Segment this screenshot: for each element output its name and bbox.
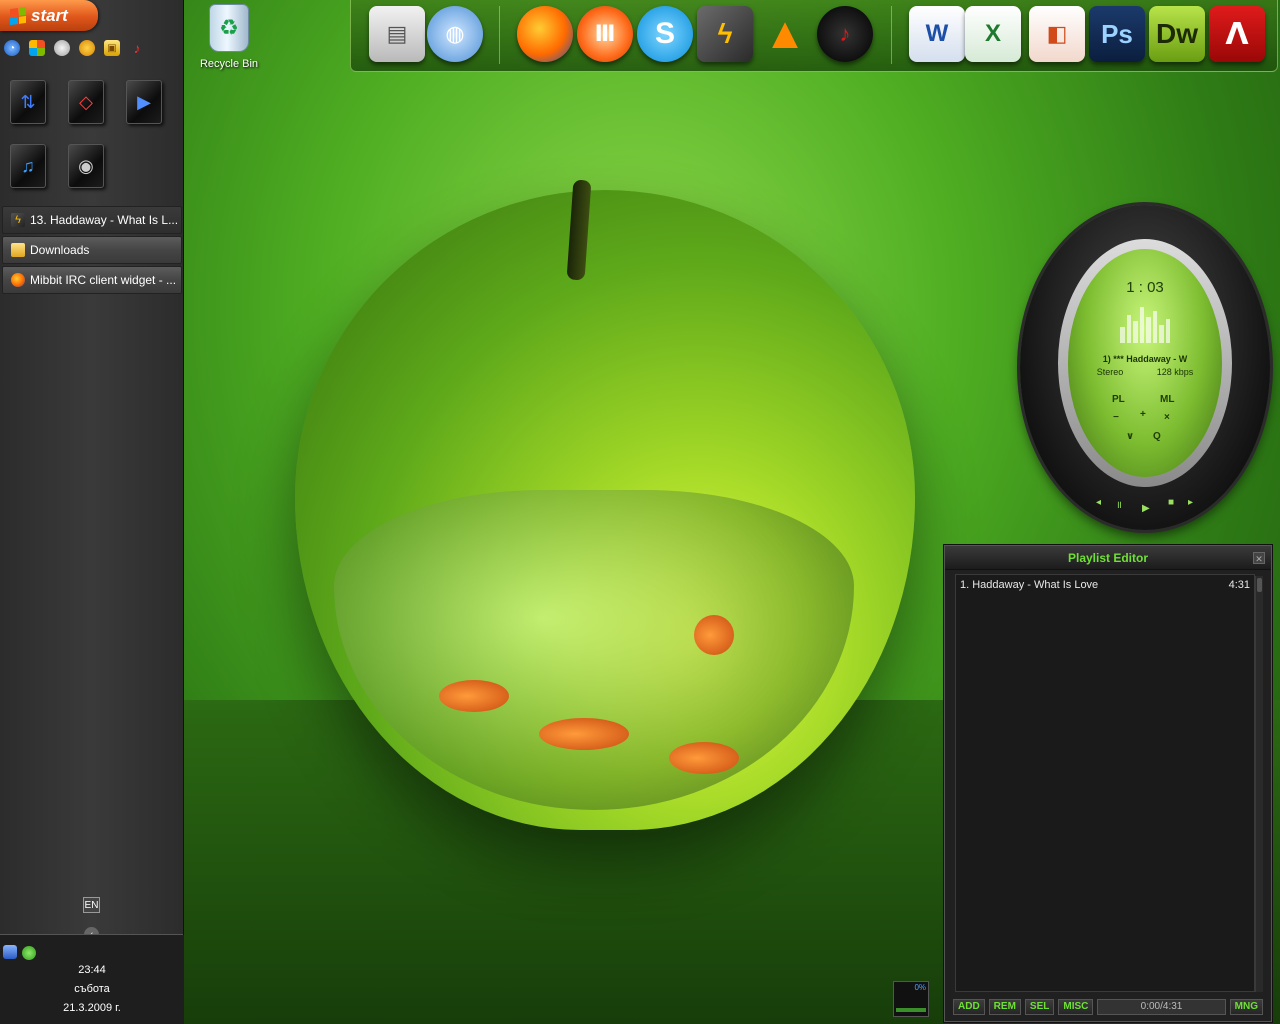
playlist-item-duration: 4:31 <box>1228 579 1250 591</box>
folder-shortcut[interactable]: ⇅ <box>10 80 46 124</box>
excel-icon[interactable]: X <box>965 6 1021 62</box>
network-icon[interactable] <box>3 945 17 959</box>
previous-track-icon[interactable]: ◂ <box>1096 497 1101 508</box>
player-track-title: 1) *** Haddaway - W <box>1102 354 1188 364</box>
playlist-scrollbar[interactable] <box>1255 576 1263 992</box>
record-icon[interactable]: ♪ <box>817 6 873 62</box>
powerpoint-icon[interactable]: ◧ <box>1029 6 1085 62</box>
folder-shortcut[interactable]: ◉ <box>68 144 104 188</box>
quick-launch-icon[interactable] <box>79 40 95 56</box>
player-track-info: Stereo 128 kbps <box>1068 367 1222 377</box>
chevron-down-icon[interactable]: ∨ <box>1126 431 1134 442</box>
skype-icon[interactable]: S <box>637 6 693 62</box>
recycle-bin-icon: ♻ <box>209 4 249 52</box>
winamp-icon: ϟ <box>11 213 25 227</box>
network-icon[interactable]: ◍ <box>427 6 483 62</box>
playlist-editor-titlebar[interactable]: Playlist Editor ✕ <box>945 546 1271 570</box>
quick-launch-icon[interactable]: ◔ <box>4 40 20 56</box>
windows-logo-icon <box>10 6 26 25</box>
meter-bar <box>896 1008 926 1012</box>
volume-down-button[interactable]: − <box>1113 412 1119 423</box>
equalizer-button[interactable]: Q <box>1153 431 1161 442</box>
volume-up-button[interactable]: + <box>1140 409 1146 420</box>
select-button[interactable]: SEL <box>1024 999 1055 1015</box>
player-visualizer <box>1120 303 1170 343</box>
scrollbar-thumb[interactable] <box>1257 578 1262 592</box>
task-button-firefox[interactable]: Mibbit IRC client widget - ... <box>2 266 182 294</box>
meter-label: 0% <box>914 983 926 992</box>
quick-launch-bar: ◔ ▣ ♪ <box>4 40 145 56</box>
recycle-bin-label: Recycle Bin <box>199 58 259 70</box>
wallpaper-fish <box>539 718 629 750</box>
recycle-bin-shortcut[interactable]: ♻ Recycle Bin <box>198 4 260 70</box>
opera-icon[interactable]: Ⅲ <box>577 6 633 62</box>
folder-shortcut[interactable]: ▶ <box>126 80 162 124</box>
system-tray: 23:44 събота 21.3.2009 г. <box>0 935 184 1024</box>
clock-time: 23:44 <box>78 964 106 976</box>
play-icon[interactable]: ▶ <box>1142 503 1150 514</box>
task-button-downloads[interactable]: Downloads <box>2 236 182 264</box>
dock-separator <box>891 6 892 64</box>
wallpaper-fish <box>694 615 734 655</box>
task-button-winamp[interactable]: ϟ 13. Haddaway - What Is L... <box>2 206 182 234</box>
winamp-icon[interactable]: ϟ <box>697 6 753 62</box>
playlist-toggle-button[interactable]: PL <box>1112 394 1125 405</box>
word-icon[interactable]: W <box>909 6 965 62</box>
computer-icon[interactable]: ▤ <box>369 6 425 62</box>
add-button[interactable]: ADD <box>953 999 985 1015</box>
acrobat-icon[interactable]: ᐱ <box>1209 6 1265 62</box>
remove-button[interactable]: REM <box>988 999 1021 1015</box>
desktop-folder-shortcuts: ⇅ ◇ ▶ ♫ ◉ <box>10 80 180 188</box>
playlist-footer: ADD REM SEL MISC 0:00/4:31 MNG <box>945 993 1271 1021</box>
quick-launch-icon[interactable] <box>54 40 70 56</box>
playlist-item-label: 1. Haddaway - What Is Love <box>960 579 1099 591</box>
folder-shortcut[interactable]: ◇ <box>68 80 104 124</box>
playlist-editor-title: Playlist Editor <box>1067 551 1149 565</box>
task-button-label: 13. Haddaway - What Is L... <box>30 213 179 227</box>
taskbar: start ◔ ▣ ♪ ⇅ ◇ ▶ ♫ ◉ ϟ 13. Haddaway - W… <box>0 0 184 1024</box>
language-indicator[interactable]: EN <box>83 897 100 913</box>
quick-launch-icon[interactable]: ♪ <box>129 40 145 56</box>
media-library-button[interactable]: ML <box>1160 394 1174 405</box>
next-track-icon[interactable]: ▸ <box>1188 497 1193 508</box>
quick-launch-icon[interactable]: ▣ <box>104 40 120 56</box>
player-time: 1 : 03 <box>1126 279 1164 296</box>
pause-icon[interactable]: ॥ <box>1116 497 1122 511</box>
folder-shortcut[interactable]: ♫ <box>10 144 46 188</box>
misc-button[interactable]: MISC <box>1058 999 1094 1015</box>
firefox-icon <box>11 273 25 287</box>
player-bitrate: 128 kbps <box>1156 367 1194 377</box>
start-button[interactable]: start <box>0 0 98 31</box>
task-button-label: Mibbit IRC client widget - ... <box>30 273 177 287</box>
quick-launch-icon[interactable] <box>29 40 45 56</box>
clock-date: 21.3.2009 г. <box>63 1002 121 1014</box>
messenger-icon[interactable] <box>22 946 36 960</box>
task-button-label: Downloads <box>30 243 90 257</box>
player-mode: Stereo <box>1096 367 1124 377</box>
shuffle-button[interactable]: × <box>1164 412 1170 423</box>
firefox-icon[interactable] <box>517 6 573 62</box>
playlist-editor-window: Playlist Editor ✕ 1. Haddaway - What Is … <box>944 545 1272 1022</box>
close-icon[interactable]: ✕ <box>1253 552 1265 564</box>
manage-button[interactable]: MNG <box>1229 999 1263 1015</box>
start-label: start <box>31 5 68 25</box>
dock-separator <box>499 6 500 64</box>
wallpaper-fish <box>439 680 509 712</box>
vlc-icon[interactable]: ▲ <box>757 6 813 62</box>
playlist-time-display: 0:00/4:31 <box>1097 999 1226 1015</box>
photoshop-icon[interactable]: Ps <box>1089 6 1145 62</box>
wallpaper-fish <box>669 742 739 774</box>
top-dock: ▤ ◍ Ⅲ S ϟ ▲ ♪ W X ◧ Ps Dw ᐱ <box>350 0 1278 72</box>
cpu-meter-widget[interactable]: 0% <box>893 981 929 1017</box>
playlist-list: 1. Haddaway - What Is Love 4:31 <box>955 574 1255 992</box>
playlist-item[interactable]: 1. Haddaway - What Is Love 4:31 <box>956 575 1254 591</box>
dreamweaver-icon[interactable]: Dw <box>1149 6 1205 62</box>
clock-day: събота <box>74 983 110 995</box>
stop-icon[interactable]: ■ <box>1168 497 1174 508</box>
player-screen: 1 : 03 1) *** Haddaway - W Stereo 128 kb… <box>1068 249 1222 477</box>
media-player-widget: 1 : 03 1) *** Haddaway - W Stereo 128 kb… <box>1020 205 1270 530</box>
folder-icon <box>11 243 25 257</box>
